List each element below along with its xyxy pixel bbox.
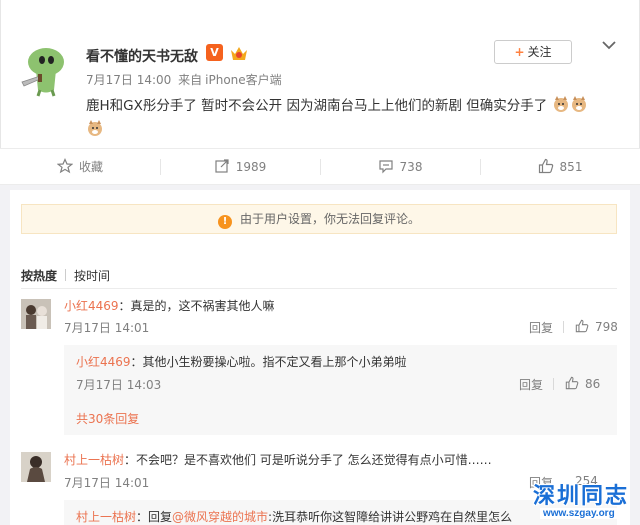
action-divider bbox=[553, 378, 554, 390]
username[interactable]: 看不懂的天书无敌 bbox=[86, 46, 198, 66]
comment-text: ：不会吧？是不喜欢他们 可是听说分手了 怎么还觉得有点小可惜…… bbox=[124, 453, 492, 467]
thumbs-up-icon bbox=[575, 319, 589, 333]
doge-emoji-icon bbox=[553, 96, 568, 112]
action-divider bbox=[563, 321, 564, 333]
repost-icon bbox=[215, 159, 229, 173]
comment-like-count: 798 bbox=[595, 320, 618, 334]
plus-icon: + bbox=[514, 45, 525, 59]
favorite-button[interactable]: 收藏 bbox=[0, 149, 160, 185]
reply-prefix: ：回复 bbox=[136, 510, 173, 524]
tab-by-hot[interactable]: 按热度 bbox=[21, 267, 57, 284]
site-watermark: 深圳同志 www.szgay.org bbox=[526, 478, 640, 525]
like-button[interactable]: 851 bbox=[480, 149, 640, 185]
commenter-name[interactable]: 小红4469 bbox=[76, 355, 131, 369]
thumbs-up-icon bbox=[565, 376, 579, 390]
sub-reply-text-line: 小红4469：其他小生粉要操心啦。指不定又看上那个小弟弟啦 bbox=[76, 353, 407, 370]
comment-text: ：其他小生粉要操心啦。指不定又看上那个小弟弟啦 bbox=[130, 355, 407, 369]
source-prefix: 来自 bbox=[178, 73, 203, 87]
like-count: 851 bbox=[559, 160, 583, 174]
commenter-avatar[interactable] bbox=[21, 452, 51, 482]
watermark-url: www.szgay.org bbox=[540, 508, 618, 519]
mention-link[interactable]: @微风穿越的城市 bbox=[172, 510, 268, 524]
comment-like-button[interactable]: 86 bbox=[565, 376, 600, 391]
comment-time: 7月17日 14:01 bbox=[64, 476, 150, 490]
reply-button[interactable]: 回复 bbox=[529, 319, 553, 336]
tabs-divider-line bbox=[21, 288, 617, 289]
doge-emoji-icon bbox=[571, 96, 586, 112]
star-icon bbox=[56, 158, 73, 174]
follow-label: 关注 bbox=[527, 45, 552, 59]
comment-like-count: 86 bbox=[585, 377, 601, 391]
comment-text: ：真是的，这不祸害其他人嘛 bbox=[118, 299, 275, 313]
post-text: 鹿H和GX彤分手了 暂时不会公开 因为湖南台马上上他们的新剧 但确实分手了 bbox=[86, 98, 548, 114]
comment-count: 738 bbox=[399, 160, 423, 174]
sub-reply-text-line: 村上一枯树：回复@微风穿越的城市:洗耳恭听你这智障给讲讲公野鸡在自然里怎么 bbox=[76, 508, 512, 525]
comment-time: 7月17日 14:01 bbox=[64, 321, 150, 335]
comment-sort-tabs: 按热度 按时间 bbox=[21, 267, 118, 284]
repost-button[interactable]: 1989 bbox=[160, 149, 320, 185]
commenter-name[interactable]: 村上一枯树 bbox=[64, 453, 124, 467]
follow-button[interactable]: + 关注 bbox=[494, 40, 572, 64]
post-time[interactable]: 7月17日 14:00 bbox=[86, 73, 171, 87]
warning-icon: ! bbox=[217, 215, 232, 229]
tab-divider bbox=[65, 269, 67, 281]
tab-by-time[interactable]: 按时间 bbox=[74, 267, 110, 284]
doge-emoji-icon bbox=[88, 120, 102, 136]
notice-text: 由于用户设置，你无法回复评论。 bbox=[239, 212, 420, 226]
verified-badge-icon: V bbox=[206, 44, 223, 61]
watermark-title: 深圳同志 bbox=[533, 483, 630, 509]
commenter-name[interactable]: 小红4469 bbox=[64, 299, 119, 313]
post-source[interactable]: iPhone客户端 bbox=[205, 73, 282, 87]
thumbs-up-icon bbox=[538, 158, 553, 174]
action-bar: 收藏 1989 738 851 bbox=[0, 148, 640, 185]
vip-crown-icon bbox=[231, 47, 247, 60]
reply-disabled-notice: ! 由于用户设置，你无法回复评论。 bbox=[21, 204, 617, 234]
favorite-label: 收藏 bbox=[78, 160, 103, 174]
comment-text-line: 村上一枯树：不会吧？是不喜欢他们 可是听说分手了 怎么还觉得有点小可惜…… bbox=[64, 451, 492, 468]
user-avatar[interactable] bbox=[18, 40, 76, 98]
comment-text-line: 小红4469：真是的，这不祸害其他人嘛 bbox=[64, 297, 275, 314]
comment-like-button[interactable]: 798 bbox=[575, 319, 618, 334]
chevron-down-icon[interactable] bbox=[600, 38, 618, 52]
weibo-post: 看不懂的天书无敌 V 7月17日 14:00 来自 iPhone客户端 + 关注 鹿… bbox=[0, 0, 640, 148]
comment-text: :洗耳恭听你这智障给讲讲公野鸡在自然里怎么 bbox=[268, 510, 513, 524]
post-content: 鹿H和GX彤分手了 暂时不会公开 因为湖南台马上上他们的新剧 但确实分手了 bbox=[86, 94, 626, 142]
comment-time: 7月17日 14:03 bbox=[76, 378, 162, 392]
post-meta: 7月17日 14:00 来自 iPhone客户端 bbox=[86, 71, 282, 88]
commenter-name[interactable]: 村上一枯树 bbox=[76, 510, 136, 524]
commenter-avatar[interactable] bbox=[21, 299, 51, 329]
reply-button[interactable]: 回复 bbox=[519, 376, 543, 393]
comment-button[interactable]: 738 bbox=[320, 149, 480, 185]
repost-count: 1989 bbox=[235, 160, 267, 174]
comment-icon bbox=[378, 160, 393, 174]
more-replies-link[interactable]: 共30条回复 bbox=[76, 410, 139, 427]
